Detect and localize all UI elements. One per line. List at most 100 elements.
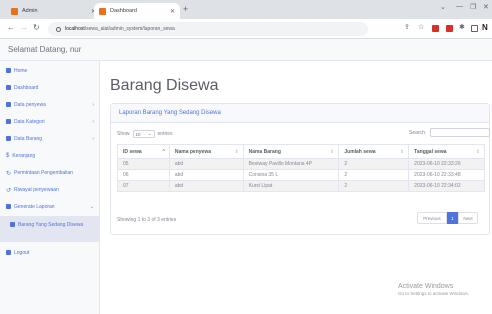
table-cell: 2 — [338, 180, 410, 192]
sidebar-item-label: Home — [14, 67, 28, 74]
profile-icon[interactable]: N — [482, 23, 488, 32]
dollar-icon: $ — [6, 153, 10, 159]
column-header-label: Tanggal sewa — [414, 148, 447, 155]
column-header-tanggal-sewa[interactable]: Tanggal sewa ⇕ — [408, 144, 485, 159]
browser-tab-admin[interactable]: Admin ✕ — [6, 3, 101, 19]
column-header-nama-barang[interactable]: Nama Barang ⇕ — [242, 144, 340, 159]
extension-icon[interactable] — [432, 25, 439, 32]
sidebar-item-permintaan-pengembalian[interactable]: ↻ Permintaan Pengembalian — [0, 166, 100, 179]
activate-windows-watermark: Activate Windows Go to Settings to activ… — [398, 283, 469, 296]
table-cell: 05 — [117, 158, 170, 170]
rentals-table: ID sewa ^ Nama penyewa ⇕ Nama Barang ⇕ Juml… — [117, 144, 485, 192]
card-header: Laporan Barang Yang Sedang Disewa — [111, 104, 489, 123]
minimize-icon[interactable]: — — [456, 3, 463, 10]
table-cell: 2 — [338, 158, 410, 170]
bookmark-star-icon[interactable]: ☆ — [418, 23, 424, 31]
watermark-title: Activate Windows — [398, 283, 454, 290]
browser-toolbar: ← → ↻ localhost/sewa_alat/admin_system/l… — [0, 19, 492, 39]
window-close-icon[interactable]: ✕ — [483, 3, 489, 11]
sidebar-item-label: Barang Yang Sedang Disewa — [18, 222, 84, 228]
table-cell: abd — [168, 158, 244, 170]
sidebar-item-data-kategori[interactable]: Data Kategori › — [0, 115, 100, 128]
entries-label: entries — [157, 131, 173, 137]
sidebar-item-label: Data Barang — [14, 135, 43, 142]
tab-title: Admin — [22, 8, 38, 14]
tab-title: Dashboard — [110, 8, 137, 14]
column-header-jumlah-sewa[interactable]: Jumlah sewa ⇕ — [338, 144, 410, 159]
extension-icon[interactable] — [446, 25, 453, 32]
sidebar-item-label: Keranjang — [12, 152, 36, 159]
sidebar-item-home[interactable]: Home — [0, 64, 100, 77]
welcome-text: Selamat Datang, nur — [8, 45, 82, 54]
browser-tab-dashboard[interactable]: Dashboard ✕ — [94, 3, 180, 19]
sidebar-item-data-penyewa[interactable]: Data penyewa › — [0, 98, 100, 111]
maximize-icon[interactable]: ❐ — [470, 3, 476, 11]
back-icon[interactable]: ← — [7, 23, 15, 32]
table-row: 07 abd Kursi Lipat 2 2023-06-10 22:34:02 — [117, 180, 485, 192]
watermark-subtitle: Go to Settings to activate Windows. — [398, 291, 470, 296]
pagination: Previous 1 Next — [417, 212, 478, 224]
chevron-right-icon: › — [92, 118, 94, 125]
close-tab-icon[interactable]: ✕ — [170, 8, 175, 15]
box-icon — [6, 136, 11, 141]
entries-select[interactable]: 10 ⌄ — [132, 130, 155, 138]
chevron-down-icon: ⌄ — [89, 203, 94, 210]
entries-select-value: 10 — [135, 131, 141, 137]
refresh-icon: ↻ — [6, 171, 12, 177]
table-cell: Kursi Lipat — [242, 180, 340, 192]
sidebar-item-label: Riwayat penyewaan — [14, 186, 59, 193]
reload-icon[interactable]: ↻ — [33, 23, 40, 32]
table-cell: 2023-06-10 22:33:48 — [408, 169, 485, 181]
sort-icon: ⇕ — [234, 149, 239, 155]
site-info-icon[interactable] — [56, 26, 61, 32]
table-info: Showing 1 to 3 of 3 entries — [117, 217, 177, 223]
url-path: /sewa_alat/admin_system/laporan_sewa — [84, 26, 175, 32]
sidebar-item-dashboard[interactable]: Dashboard — [0, 81, 100, 94]
chevron-down-icon: ⌄ — [147, 131, 152, 136]
table-cell: abd — [168, 169, 244, 181]
column-header-label: Nama Barang — [248, 148, 281, 155]
table-cell: abd — [168, 180, 244, 192]
chevron-right-icon: › — [92, 135, 94, 142]
table-cell: 2023-06-10 22:34:02 — [408, 180, 485, 192]
forward-icon[interactable]: → — [20, 23, 28, 32]
sidebar: Home Dashboard Data penyewa › Data Kateg… — [0, 61, 100, 314]
extensions-puzzle-icon[interactable]: ✱ — [459, 23, 465, 31]
pagination-next-button[interactable]: Next — [458, 212, 478, 224]
table-cell: 07 — [117, 180, 170, 192]
column-header-id-sewa[interactable]: ID sewa ^ — [117, 144, 170, 159]
column-header-nama-penyewa[interactable]: Nama penyewa ⇕ — [168, 144, 244, 159]
tags-icon — [6, 119, 11, 124]
sort-asc-icon: ^ — [162, 149, 165, 155]
url-host: localhost — [65, 26, 85, 32]
sidebar-item-generate-laporan[interactable]: Generate Laporan ⌄ — [0, 200, 100, 213]
table-row: 05 abd Bestway Pavillo Montana 4P 2 2023… — [117, 158, 485, 170]
home-icon — [6, 68, 11, 73]
address-bar[interactable]: localhost/sewa_alat/admin_system/laporan… — [48, 22, 368, 36]
app-topbar: Selamat Datang, nur — [0, 39, 492, 61]
sidebar-subitem-barang-disewa[interactable]: Barang Yang Sedang Disewa — [0, 216, 100, 242]
sidebar-item-label: Data Kategori — [14, 118, 45, 125]
page-title: Barang Disewa — [110, 77, 219, 94]
new-tab-icon[interactable]: + — [183, 4, 188, 14]
sidebar-item-keranjang[interactable]: $ Keranjang — [0, 149, 100, 162]
sidebar-item-label: Permintaan Pengembalian — [14, 169, 73, 176]
table-search: Search: — [409, 128, 491, 137]
search-label: Search: — [409, 129, 427, 136]
share-icon[interactable]: ⇪ — [404, 23, 410, 31]
sidebar-item-data-barang[interactable]: Data Barang › — [0, 132, 100, 145]
browser-tab-strip: Admin ✕ Dashboard ✕ + ⌄ — ❐ ✕ — [0, 0, 492, 19]
report-card: Laporan Barang Yang Sedang Disewa Show 1… — [110, 103, 491, 235]
pagination-previous-button[interactable]: Previous — [417, 212, 447, 224]
sort-icon: ⇕ — [475, 149, 480, 155]
table-cell: 06 — [117, 169, 170, 181]
history-icon: ↺ — [6, 188, 12, 194]
sidebar-item-riwayat-penyewaan[interactable]: ↺ Riwayat penyewaan — [0, 183, 100, 196]
sidebar-item-logout[interactable]: Logout — [0, 246, 100, 259]
sidebar-item-label: Dashboard — [14, 84, 39, 91]
side-panel-icon[interactable] — [471, 25, 478, 32]
pagination-page-button[interactable]: 1 — [447, 212, 458, 224]
chevron-down-icon[interactable]: ⌄ — [440, 3, 446, 11]
search-input[interactable] — [430, 128, 491, 137]
table-cell: Bestway Pavillo Montana 4P — [242, 158, 340, 170]
